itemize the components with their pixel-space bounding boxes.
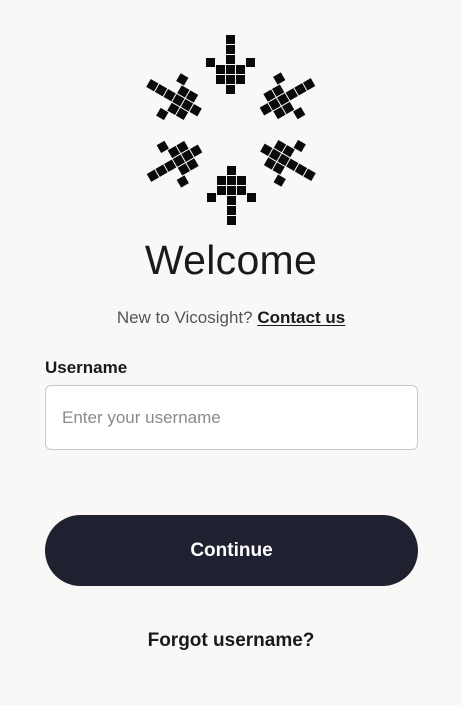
page-title: Welcome xyxy=(144,237,318,283)
signup-prompt-text: New to Vicosight? xyxy=(116,308,253,327)
signup-prompt-line: New to Vicosight? Contact us xyxy=(0,307,462,329)
contact-us-link[interactable]: Contact us xyxy=(257,308,345,327)
forgot-username-link[interactable]: Forgot username? xyxy=(0,629,462,653)
username-label: Username xyxy=(45,358,128,377)
brand-logo xyxy=(136,30,326,230)
continue-button[interactable]: Continue xyxy=(45,515,418,586)
pixel-arrows-ring-icon xyxy=(136,35,326,225)
username-input[interactable] xyxy=(45,385,418,450)
